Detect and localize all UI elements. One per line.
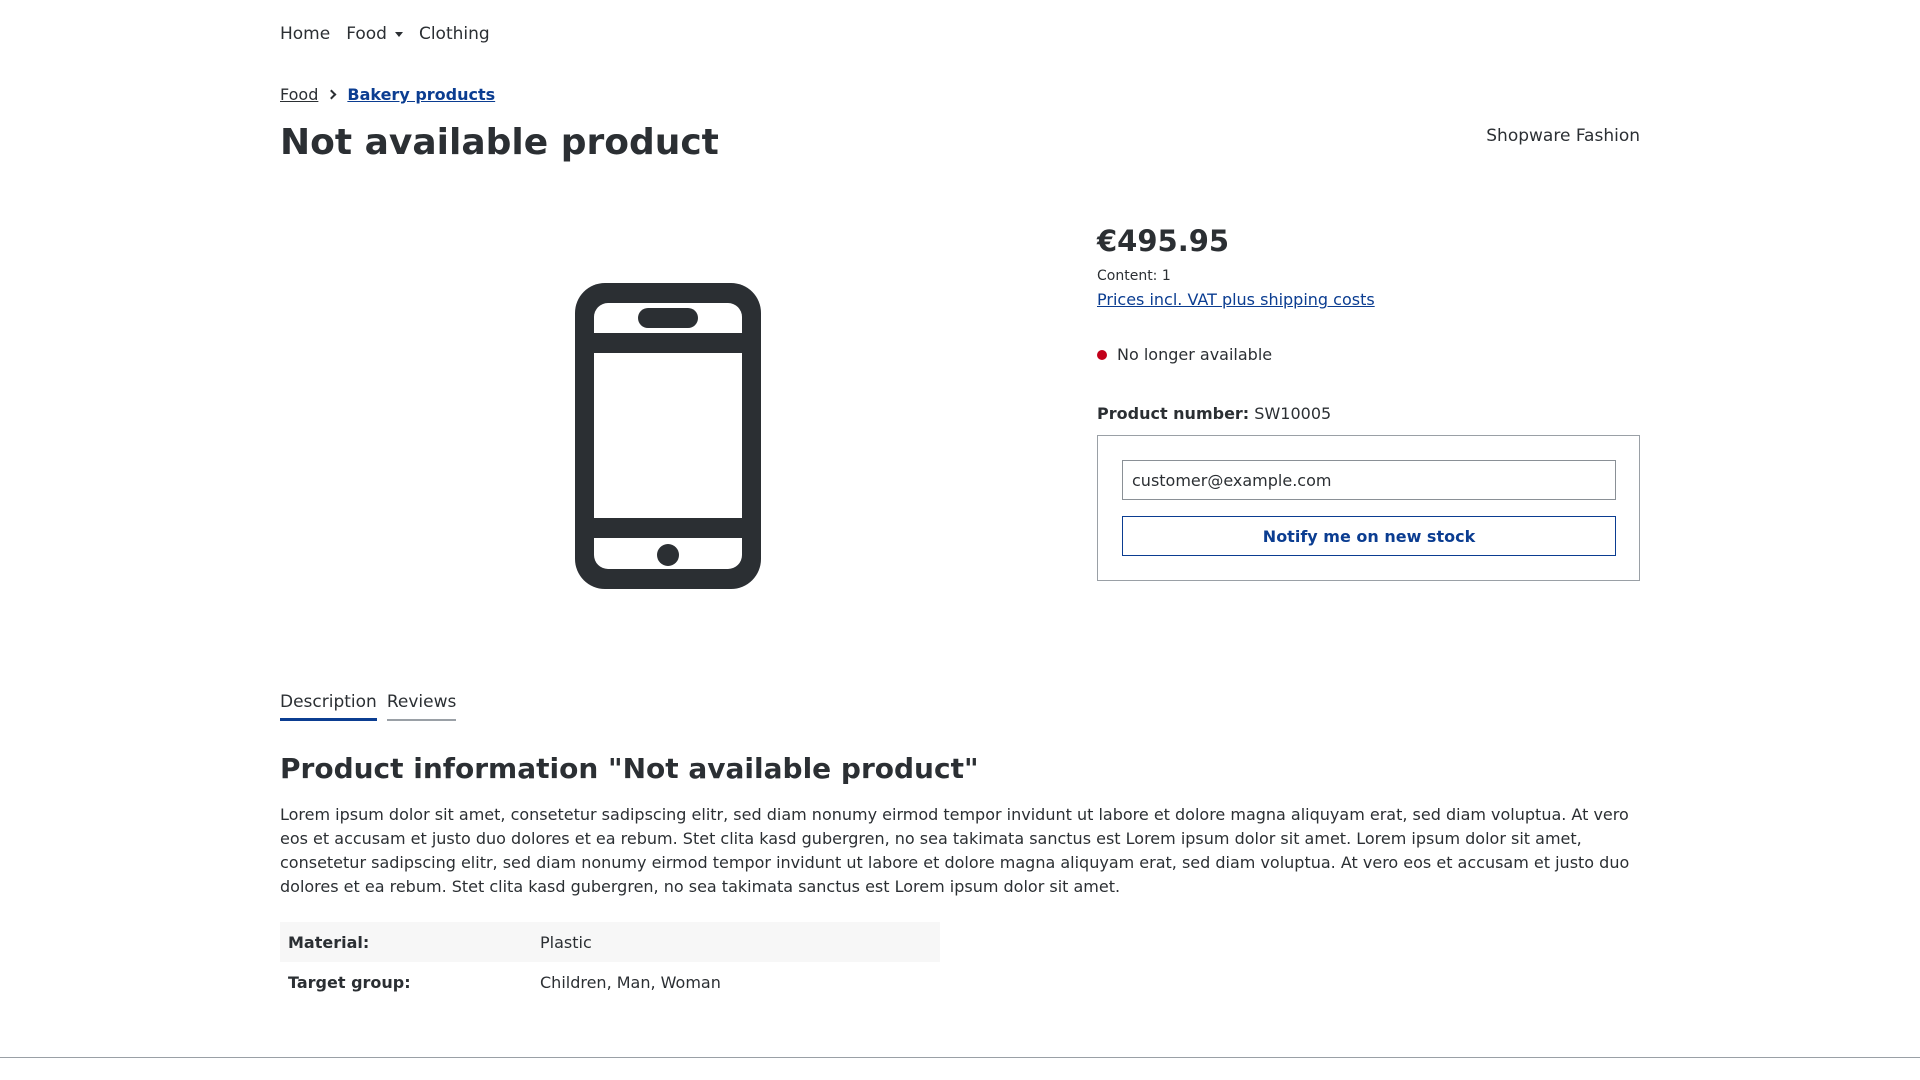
content-info: Content: 1 (1097, 268, 1171, 284)
caret-down-icon (394, 31, 403, 37)
footer-divider (0, 1057, 1920, 1058)
tab-reviews[interactable]: Reviews (386, 692, 457, 721)
product-number-value: SW10005 (1254, 404, 1332, 423)
nav-item-food[interactable]: Food (346, 24, 403, 44)
nav-item-label: Food (346, 24, 387, 44)
manufacturer-name[interactable]: Shopware Fashion (1486, 126, 1640, 146)
product-image[interactable] (575, 283, 761, 589)
product-number-label: Product number: (1097, 404, 1250, 423)
breadcrumb-link-bakery[interactable]: Bakery products (347, 85, 495, 104)
nav-item-clothing[interactable]: Clothing (419, 24, 490, 44)
product-tabs: Description Reviews (280, 692, 466, 721)
tax-shipping-link[interactable]: Prices incl. VAT plus shipping costs (1097, 290, 1640, 309)
product-title: Not available product (280, 122, 719, 163)
status-dot-icon (1097, 349, 1107, 360)
main-navigation: Home Food Clothing (280, 24, 506, 44)
breadcrumb-link-food[interactable]: Food (280, 85, 318, 104)
property-label: Target group: (288, 972, 411, 992)
property-value: Plastic (540, 932, 592, 952)
buy-box: €495.95 Content: 1 Prices incl. VAT plus… (1097, 224, 1640, 581)
delivery-status: No longer available (1097, 345, 1640, 364)
smartphone-icon (575, 283, 761, 589)
property-label: Material: (288, 932, 370, 952)
tab-description[interactable]: Description (280, 692, 377, 721)
product-number: Product number: SW10005 (1097, 404, 1640, 423)
property-value: Children, Man, Woman (540, 972, 721, 992)
table-row: Material: Plastic (280, 922, 940, 962)
nav-item-home[interactable]: Home (280, 24, 330, 44)
product-price: €495.95 (1097, 224, 1230, 258)
table-row: Target group: Children, Man, Woman (280, 962, 940, 1002)
nav-item-label: Clothing (418, 24, 490, 44)
delivery-status-text: No longer available (1117, 345, 1273, 364)
breadcrumb: Food Bakery products (280, 85, 495, 104)
description-text: Lorem ipsum dolor sit amet, consetetur s… (280, 805, 1630, 896)
properties-table: Material: Plastic Target group: Children… (280, 922, 940, 1002)
description-title: Product information "Not available produ… (280, 752, 979, 785)
email-input[interactable] (1122, 460, 1616, 500)
notify-button[interactable]: Notify me on new stock (1122, 516, 1616, 556)
chevron-right-icon (326, 89, 337, 100)
nav-item-label: Home (280, 24, 331, 44)
notify-form: Notify me on new stock (1097, 435, 1640, 581)
